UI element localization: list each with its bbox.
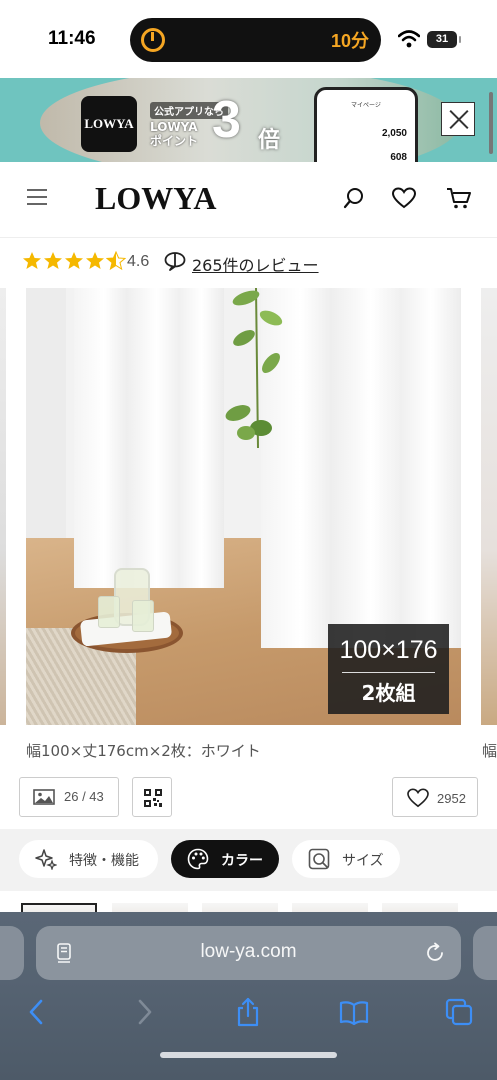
- url-text: low-ya.com: [200, 941, 297, 962]
- banner-multiplier-unit: 倍: [258, 128, 281, 153]
- banner-brand-line1: LOWYA: [150, 120, 198, 134]
- tab-label: 特徴・機能: [69, 853, 139, 869]
- share-icon[interactable]: [233, 997, 263, 1027]
- rating-value: 4.6: [127, 253, 150, 270]
- bookmarks-icon[interactable]: [339, 997, 369, 1027]
- tab-color[interactable]: カラー: [171, 840, 279, 878]
- size-badge: 100×176 2枚組: [328, 624, 449, 714]
- phone-title: マイページ: [351, 102, 381, 109]
- cart-icon[interactable]: [446, 186, 472, 210]
- qr-code-icon: [144, 789, 162, 807]
- banner-close-button[interactable]: [441, 102, 475, 136]
- previous-image-peek[interactable]: [0, 288, 6, 725]
- timer-text: 10分: [330, 31, 369, 51]
- hamburger-menu-icon[interactable]: [27, 189, 47, 205]
- phone-value-1: 2,050: [381, 128, 407, 139]
- size-badge-count: 2枚組: [361, 681, 416, 705]
- back-icon[interactable]: [22, 997, 52, 1027]
- forward-icon[interactable]: [129, 997, 159, 1027]
- previous-tab-peek[interactable]: [0, 926, 24, 980]
- star-icon: [86, 252, 104, 269]
- tab-label: サイズ: [342, 853, 384, 869]
- battery-icon: 31: [427, 31, 461, 48]
- banner-brand: LOWYA ポイント: [150, 120, 198, 148]
- app-logo: LOWYA: [81, 96, 137, 152]
- qr-code-button[interactable]: [132, 777, 172, 817]
- size-badge-dimensions: 100×176: [339, 636, 438, 664]
- banner-brand-line2: ポイント: [150, 134, 199, 148]
- star-icon: [44, 252, 62, 269]
- sparkle-icon: [35, 849, 57, 870]
- image-caption: 幅100×丈176cm×2枚：ホワイト: [26, 742, 261, 760]
- next-image-peek[interactable]: [481, 288, 497, 725]
- phone-value-2: 608: [390, 152, 407, 162]
- speech-bubble-icon[interactable]: [164, 251, 186, 271]
- favorite-button[interactable]: 2952: [392, 777, 478, 817]
- banner-phone-mockup: マイページ 2,050 608: [314, 87, 418, 162]
- image-counter: 26 / 43: [64, 789, 104, 804]
- app-promo-banner[interactable]: LOWYA 公式アプリなら LOWYA ポイント 3 倍 マイページ 2,050…: [0, 78, 497, 162]
- wifi-icon: [398, 30, 420, 48]
- half-star-icon: [106, 251, 126, 271]
- size-icon: [308, 848, 330, 870]
- site-logo[interactable]: LOWYA: [95, 180, 217, 217]
- scrollbar[interactable]: [489, 92, 493, 154]
- detail-tab-strip: 特徴・機能 カラー サイズ: [0, 829, 497, 891]
- home-indicator[interactable]: [160, 1052, 337, 1058]
- review-link[interactable]: 265件のレビュー: [192, 252, 319, 276]
- status-bar: 11:46 10分 31: [0, 0, 497, 78]
- image-icon: [33, 789, 55, 805]
- next-image-caption: 幅: [482, 742, 497, 760]
- heart-icon[interactable]: [392, 187, 416, 209]
- favorite-count: 2952: [437, 791, 466, 806]
- tab-size[interactable]: サイズ: [292, 840, 400, 878]
- site-header: LOWYA: [0, 162, 497, 238]
- tab-features[interactable]: 特徴・機能: [19, 840, 158, 878]
- star-icon: [65, 252, 83, 269]
- palette-icon: [187, 848, 209, 870]
- timer-icon: [141, 28, 165, 52]
- reload-icon[interactable]: [424, 942, 446, 964]
- plant-image: [225, 288, 283, 448]
- search-icon[interactable]: [343, 187, 365, 209]
- image-list-button[interactable]: 26 / 43: [19, 777, 119, 817]
- star-icon: [23, 252, 41, 269]
- banner-multiplier: 3: [212, 91, 241, 149]
- dynamic-island[interactable]: 10分: [130, 18, 381, 62]
- address-bar[interactable]: low-ya.com: [36, 926, 461, 980]
- heart-icon: [407, 788, 429, 808]
- next-tab-peek[interactable]: [473, 926, 497, 980]
- rating-row: 4.6 265件のレビュー: [22, 250, 482, 276]
- clock: 11:46: [48, 28, 96, 49]
- tab-label: カラー: [221, 853, 263, 869]
- tabs-icon[interactable]: [444, 997, 474, 1027]
